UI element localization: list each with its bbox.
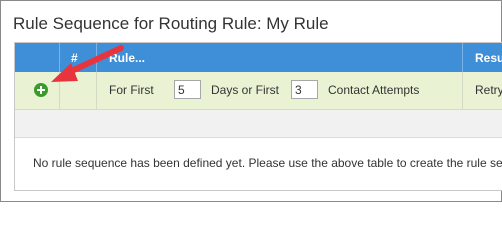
header-divider [462,43,463,72]
contact-attempts-label: Contact Attempts [328,83,420,97]
attempts-input[interactable] [291,80,318,99]
add-rule-button[interactable] [34,83,48,97]
page-title: Rule Sequence for Routing Rule: My Rule [13,14,329,33]
row-divider [462,72,463,109]
plus-circle-icon [37,86,45,94]
column-header-result[interactable]: Resul [475,43,502,72]
table-footer-band [15,110,502,138]
arrow-annotation-icon [51,45,124,82]
result-value[interactable]: Retry [475,72,502,109]
rule-sequence-panel: Rule Sequence for Routing Rule: My Rule … [0,0,502,202]
days-or-first-label: Days or First [211,83,280,97]
empty-state-message: No rule sequence has been defined yet. P… [33,156,502,170]
days-input[interactable] [174,80,201,99]
